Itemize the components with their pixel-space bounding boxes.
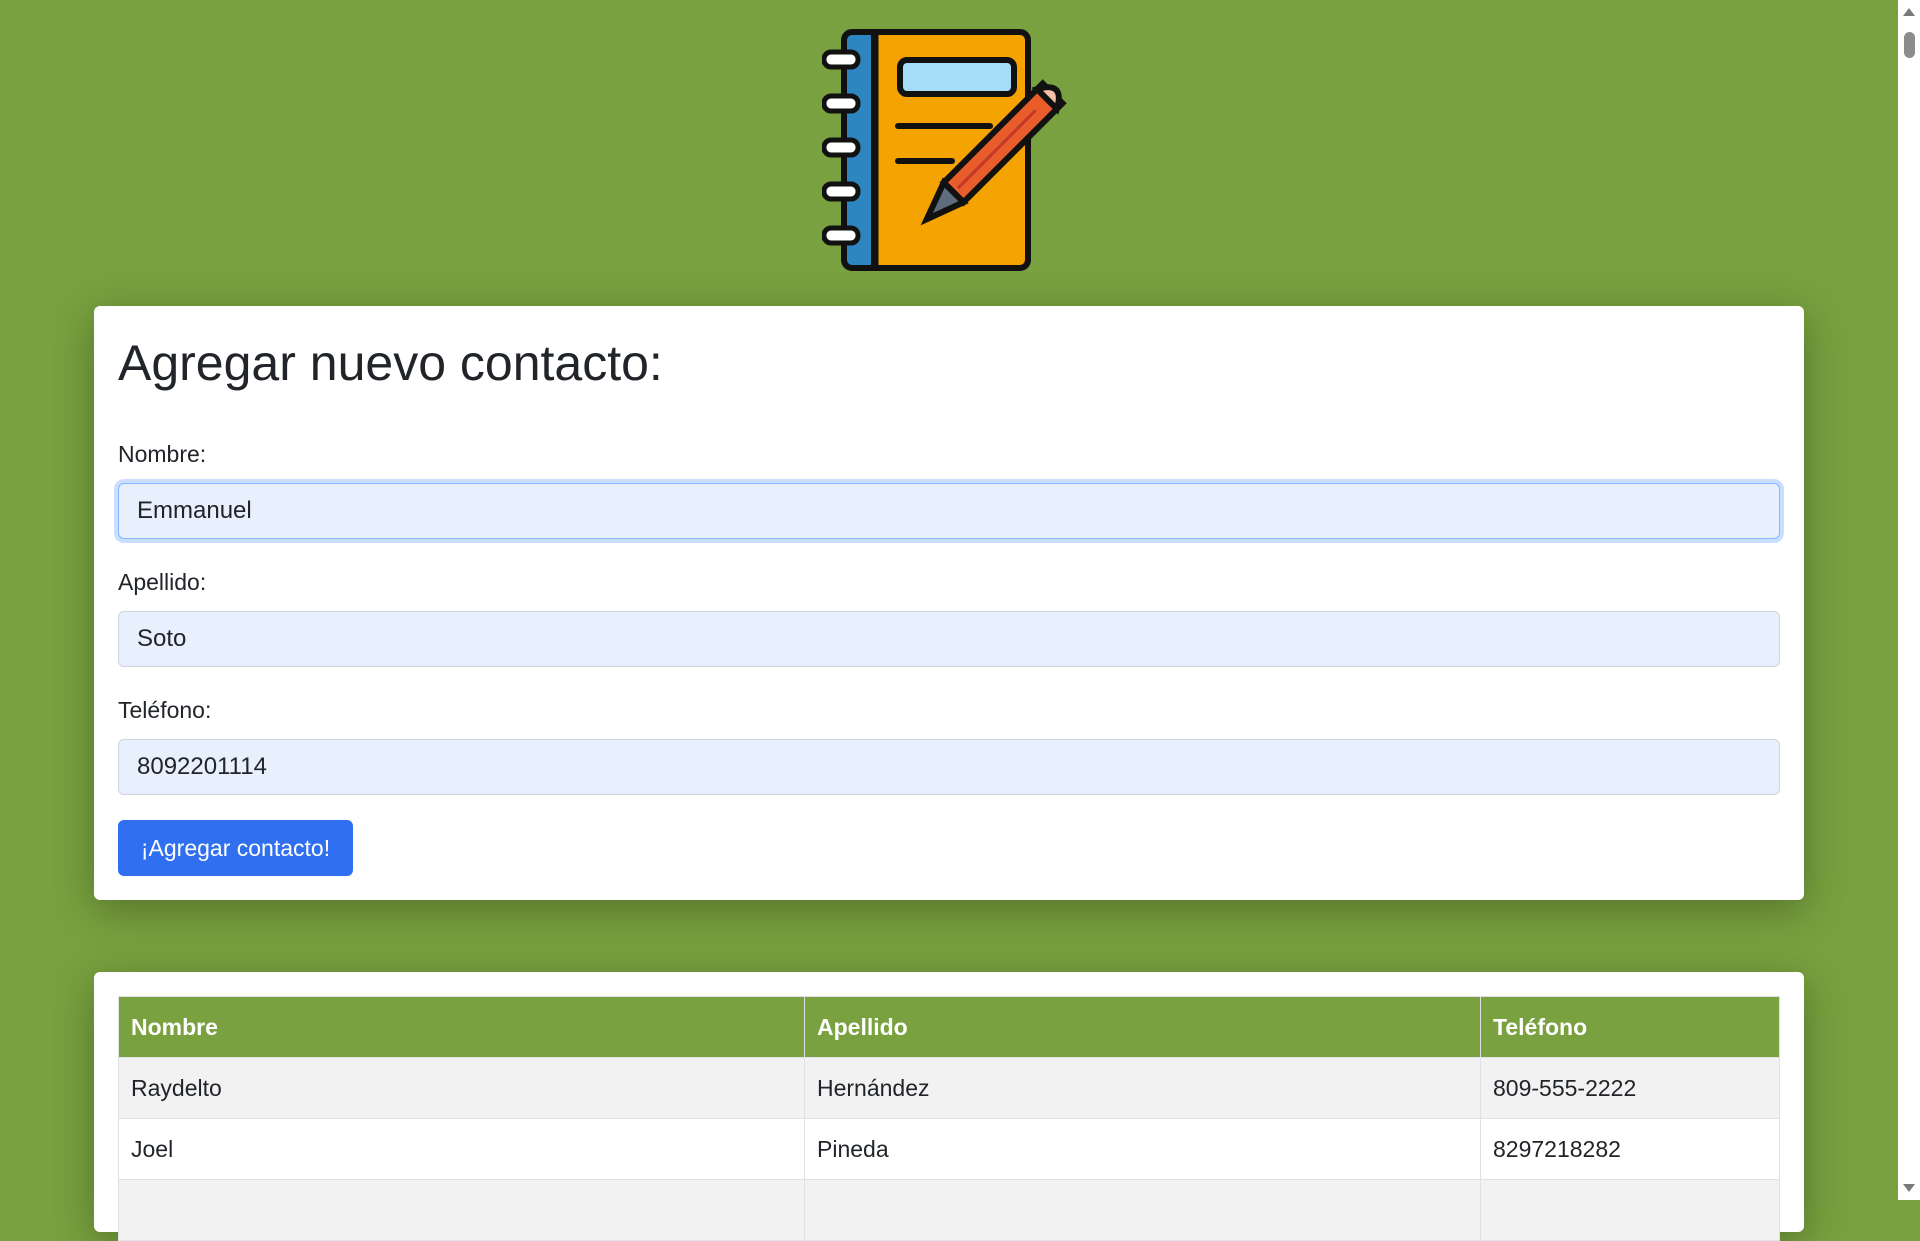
cell-first-name (118, 1179, 805, 1241)
form-title: Agregar nuevo contacto: (118, 335, 663, 391)
table-header-row: Nombre Apellido Teléfono (118, 996, 1780, 1058)
column-header-last-name: Apellido (804, 996, 1481, 1058)
cell-phone (1480, 1179, 1780, 1241)
cell-first-name: Raydelto (118, 1057, 805, 1119)
cell-first-name: Joel (118, 1118, 805, 1180)
notebook-pencil-icon (822, 29, 1067, 271)
cell-last-name (804, 1179, 1481, 1241)
cell-phone: 8297218282 (1480, 1118, 1780, 1180)
column-header-first-name: Nombre (118, 996, 805, 1058)
column-header-phone: Teléfono (1480, 996, 1780, 1058)
contacts-table-card: Nombre Apellido Teléfono Raydelto Hernán… (94, 972, 1804, 1241)
first-name-label: Nombre: (118, 441, 207, 467)
cell-last-name: Hernández (804, 1057, 1481, 1119)
page: Agregar nuevo contacto: Nombre: Apellido… (0, 0, 1898, 1241)
cell-phone: 809-555-2222 (1480, 1057, 1780, 1119)
cell-last-name: Pineda (804, 1118, 1481, 1180)
vertical-scrollbar[interactable] (1898, 0, 1920, 1200)
last-name-label: Apellido: (118, 569, 207, 595)
add-contact-card: Agregar nuevo contacto: Nombre: Apellido… (94, 306, 1804, 900)
last-name-input[interactable] (118, 611, 1780, 667)
contacts-table: Nombre Apellido Teléfono Raydelto Hernán… (118, 996, 1780, 1241)
table-row: Raydelto Hernández 809-555-2222 (118, 1057, 1780, 1119)
first-name-input[interactable] (118, 483, 1780, 539)
scrollbar-thumb[interactable] (1904, 32, 1915, 58)
phone-input[interactable] (118, 739, 1780, 795)
table-row: Joel Pineda 8297218282 (118, 1118, 1780, 1180)
table-row (118, 1179, 1780, 1241)
add-contact-button[interactable]: ¡Agregar contacto! (118, 820, 353, 876)
scroll-down-arrow-icon[interactable] (1903, 1184, 1915, 1192)
phone-label: Teléfono: (118, 697, 212, 723)
scroll-up-arrow-icon[interactable] (1903, 8, 1915, 16)
